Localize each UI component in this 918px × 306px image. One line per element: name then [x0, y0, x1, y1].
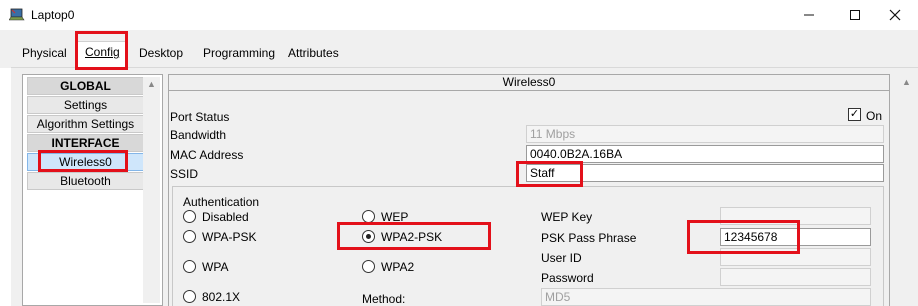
auth-wpa-radio[interactable]	[183, 260, 196, 273]
port-status-checkbox[interactable]: ✓	[848, 108, 861, 121]
highlight-wireless0	[38, 150, 128, 172]
close-icon	[889, 9, 901, 21]
method-label: Method:	[362, 292, 406, 306]
tab-attributes[interactable]: Attributes	[280, 43, 347, 65]
sidebar-item-bluetooth[interactable]: Bluetooth	[27, 172, 144, 190]
method-select: MD5	[541, 288, 871, 306]
auth-disabled-label[interactable]: Disabled	[202, 210, 249, 224]
port-status-on-label: On	[866, 109, 883, 123]
highlight-wpa2-psk	[337, 222, 491, 250]
password-field	[720, 268, 871, 286]
laptop-icon	[9, 8, 25, 21]
tab-programming[interactable]: Programming	[195, 43, 284, 65]
minimize-icon	[804, 14, 814, 16]
sidebar-item-settings[interactable]: Settings	[27, 96, 144, 114]
close-button[interactable]	[872, 0, 918, 30]
tab-label: Physical	[22, 46, 67, 60]
pane-scrollbar[interactable]: ▲	[894, 74, 918, 306]
auth-wpa2-radio[interactable]	[362, 260, 375, 273]
sidebar-header-global: GLOBAL	[27, 77, 144, 95]
auth-wpa-label[interactable]: WPA	[202, 260, 228, 274]
bandwidth-field: 11 Mbps	[526, 125, 884, 143]
tab-desktop[interactable]: Desktop	[131, 43, 192, 65]
highlight-psk-pass-phrase	[687, 220, 800, 254]
password-label: Password	[541, 271, 594, 285]
tab-physical[interactable]: Physical	[14, 43, 75, 65]
title-bar: Laptop0	[0, 0, 918, 30]
ssid-label: SSID	[170, 167, 199, 181]
scroll-up-icon[interactable]: ▲	[902, 77, 911, 87]
authentication-label: Authentication	[183, 195, 260, 209]
minimize-button[interactable]	[786, 0, 832, 30]
tab-label: Programming	[203, 46, 276, 60]
sidebar-list: GLOBAL Settings Algorithm Settings INTER…	[22, 74, 163, 306]
user-id-label: User ID	[541, 251, 582, 265]
maximize-icon	[850, 10, 860, 20]
tab-label: Attributes	[288, 46, 339, 60]
mac-address-label: MAC Address	[170, 148, 244, 162]
auth-disabled-radio[interactable]	[183, 210, 196, 223]
bandwidth-label: Bandwidth	[170, 128, 227, 142]
auth-8021x-label[interactable]: 802.1X	[202, 290, 240, 304]
auth-wpa2-label[interactable]: WPA2	[381, 260, 414, 274]
auth-8021x-radio[interactable]	[183, 290, 196, 303]
sidebar-scrollbar[interactable]: ▲	[143, 77, 160, 303]
pane-title: Wireless0	[169, 75, 889, 91]
psk-pass-phrase-label: PSK Pass Phrase	[541, 231, 637, 245]
highlight-ssid	[516, 161, 583, 187]
port-status-label: Port Status	[170, 110, 230, 124]
auth-wpa-psk-radio[interactable]	[183, 230, 196, 243]
scroll-up-icon[interactable]: ▲	[147, 79, 156, 89]
tab-label: Desktop	[139, 46, 184, 60]
wep-key-label: WEP Key	[541, 210, 593, 224]
highlight-config-tab	[75, 31, 128, 70]
auth-wpa-psk-label[interactable]: WPA-PSK	[202, 230, 256, 244]
window-title: Laptop0	[31, 8, 75, 22]
sidebar-item-algorithm-settings[interactable]: Algorithm Settings	[27, 115, 144, 133]
